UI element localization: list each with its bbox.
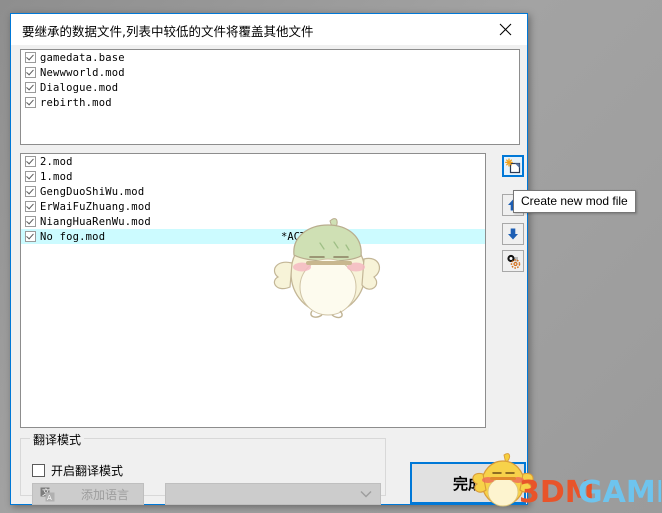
inherited-data-files-list[interactable]: gamedata.base Newwworld.mod Dialogue.mod… xyxy=(20,49,520,145)
row-checkbox[interactable] xyxy=(25,52,36,63)
list-item[interactable]: Dialogue.mod xyxy=(21,80,519,95)
row-checkbox[interactable] xyxy=(25,216,36,227)
list-item-label: Dialogue.mod xyxy=(40,81,119,94)
finish-button-label: 完成 xyxy=(452,474,483,493)
list-item-label: 2.mod xyxy=(40,155,73,168)
gear-icon xyxy=(506,254,520,269)
list-item[interactable]: ErWaiFuZhuang.mod xyxy=(21,199,485,214)
new-file-icon xyxy=(505,158,521,174)
close-button[interactable] xyxy=(483,14,527,44)
list-item[interactable]: 1.mod xyxy=(21,169,485,184)
checkbox-box[interactable] xyxy=(32,464,45,477)
list-item[interactable]: NiangHuaRenWu.mod xyxy=(21,214,485,229)
list-item[interactable]: Newwworld.mod xyxy=(21,65,519,80)
list-item-label: gamedata.base xyxy=(40,51,125,64)
add-language-label: 添加语言 xyxy=(81,487,130,502)
list-item-active[interactable]: No fog.mod *ACTIVE* xyxy=(21,229,485,244)
enable-translation-checkbox[interactable]: 开启翻译模式 xyxy=(32,462,123,479)
arrow-down-icon xyxy=(508,228,518,240)
active-marker: *ACTIVE* xyxy=(281,230,332,243)
svg-text:A: A xyxy=(47,494,52,502)
row-checkbox[interactable] xyxy=(25,156,36,167)
add-language-button[interactable]: 文 A 添加语言 xyxy=(32,483,144,505)
list-item[interactable]: rebirth.mod xyxy=(21,95,519,110)
list-item-label: rebirth.mod xyxy=(40,96,112,109)
list-item-label: Newwworld.mod xyxy=(40,66,125,79)
chevron-down-icon xyxy=(360,485,372,503)
close-icon xyxy=(499,23,511,35)
list-item-label: 1.mod xyxy=(40,170,73,183)
mod-files-list[interactable]: 2.mod 1.mod GengDuoShiWu.mod ErWaiFuZhua… xyxy=(20,153,486,428)
list-item[interactable]: GengDuoShiWu.mod xyxy=(21,184,485,199)
list-item-label: GengDuoShiWu.mod xyxy=(40,185,145,198)
translation-mode-legend: 翻译模式 xyxy=(30,431,85,448)
dialog-title: 要继承的数据文件,列表中较低的文件将覆盖其他文件 xyxy=(22,24,314,39)
row-checkbox[interactable] xyxy=(25,97,36,108)
tooltip: Create new mod file xyxy=(513,190,636,213)
list-item[interactable]: gamedata.base xyxy=(21,50,519,65)
row-checkbox[interactable] xyxy=(25,171,36,182)
checkbox-label: 开启翻译模式 xyxy=(51,464,124,478)
move-down-button[interactable] xyxy=(502,223,524,245)
row-checkbox[interactable] xyxy=(25,82,36,93)
language-select[interactable] xyxy=(165,483,381,505)
row-checkbox[interactable] xyxy=(25,67,36,78)
list-item-label: No fog.mod xyxy=(40,230,106,243)
create-new-mod-button[interactable] xyxy=(502,155,524,177)
language-icon: 文 A xyxy=(40,487,55,502)
mod-organizer-dialog: 要继承的数据文件,列表中较低的文件将覆盖其他文件 gamedata.base N… xyxy=(10,13,528,505)
row-checkbox[interactable] xyxy=(25,231,36,242)
row-checkbox[interactable] xyxy=(25,201,36,212)
mod-settings-button[interactable] xyxy=(502,250,524,272)
list-item[interactable]: 2.mod xyxy=(21,154,485,169)
list-item-label: NiangHuaRenWu.mod xyxy=(40,215,151,228)
list-item-label: ErWaiFuZhuang.mod xyxy=(40,200,151,213)
row-checkbox[interactable] xyxy=(25,186,36,197)
dialog-titlebar: 要继承的数据文件,列表中较低的文件将覆盖其他文件 xyxy=(11,14,527,45)
finish-button[interactable]: 完成 xyxy=(410,462,526,504)
